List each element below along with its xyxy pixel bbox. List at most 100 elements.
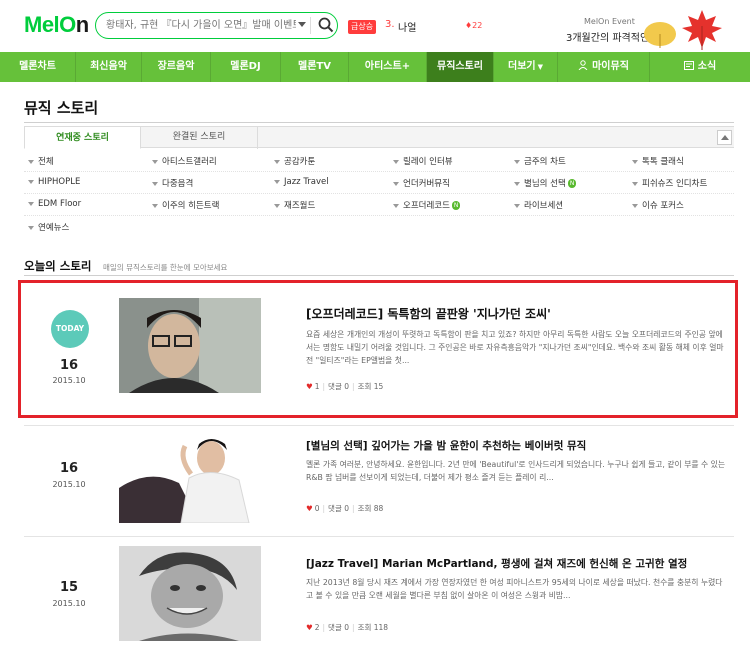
category-item[interactable]: 오프더레코드 N [393, 199, 461, 211]
story-item[interactable]: 15 2015.10 [Jazz Travel] Marian McPartla… [24, 546, 734, 646]
category-label: HIPHOPLE [38, 177, 81, 187]
rising-badge: 급상승 [348, 20, 377, 34]
category-item[interactable]: 재즈월드 [274, 199, 315, 211]
category-item[interactable]: 별님의 선택 N [514, 177, 577, 189]
category-item[interactable]: HIPHOPLE [28, 177, 80, 187]
search-box [95, 12, 338, 39]
nav-item-melon-tv[interactable]: 멜론TV [281, 52, 349, 82]
category-label: 톡톡 클래식 [642, 157, 684, 167]
heart-icon[interactable]: ♥ [306, 623, 313, 632]
chevron-down-icon [28, 225, 34, 230]
category-item[interactable]: 피쉬슈즈 인디차트 [632, 177, 707, 189]
category-item[interactable]: 공감카툰 [274, 155, 315, 167]
category-label: 언더커버뮤직 [403, 179, 450, 189]
story-day: 16 [59, 461, 79, 476]
chevron-down-icon [274, 159, 280, 164]
category-item[interactable]: 라이브세션 [514, 199, 563, 211]
nav-item-artist-plus[interactable]: 아티스트+ [349, 52, 427, 82]
melon-logo[interactable]: MelOn [24, 12, 89, 38]
nav-label: 마이뮤직 [592, 61, 629, 72]
nav-item-my-music[interactable]: 마이뮤직 [558, 52, 650, 82]
category-item[interactable]: 톡톡 클래식 [632, 155, 684, 167]
category-label: 이슈 포커스 [642, 201, 684, 211]
nav-item-melon-dj[interactable]: 멜론DJ [211, 52, 281, 82]
category-item[interactable]: EDM Floor [28, 199, 81, 209]
search-icon[interactable] [317, 16, 335, 34]
comment-count: 0 [344, 623, 350, 632]
category-item[interactable]: 언더커버뮤직 [393, 177, 450, 189]
nav-label: 멜론TV [298, 61, 331, 72]
nav-item-melon-chart[interactable]: 멜론차트 [0, 52, 76, 82]
new-badge: N [451, 201, 461, 210]
category-label: 연예뉴스 [38, 223, 70, 233]
main-navigation: 멜론차트 최신음악 장르음악 멜론DJ 멜론TV 아티스트+ 뮤직스토리 더보기… [0, 52, 750, 82]
section-subtitle: 매일의 뮤직스토리를 한눈에 모아보세요 [103, 263, 228, 272]
nav-label: 최신음악 [90, 61, 127, 72]
logo-text: MelO [24, 12, 76, 37]
like-count: 2 [314, 623, 320, 632]
rank-title-link[interactable]: 나얼 [398, 19, 416, 34]
chevron-down-icon [28, 159, 34, 164]
nav-label: 더보기 [508, 61, 536, 72]
comment-label: 댓글 [328, 504, 342, 513]
comment-count: 0 [344, 504, 350, 513]
story-thumbnail[interactable] [119, 546, 261, 641]
story-thumbnail[interactable] [119, 428, 261, 523]
nav-item-music-story[interactable]: 뮤직스토리 [427, 52, 494, 82]
category-label: EDM Floor [38, 199, 82, 209]
category-item[interactable]: 이주의 히든트랙 [152, 199, 219, 211]
category-item[interactable]: 금주의 차트 [514, 155, 566, 167]
nav-label: 멜론DJ [230, 61, 261, 72]
nav-item-latest-music[interactable]: 최신음악 [76, 52, 142, 82]
view-label: 조회 [357, 504, 372, 513]
meta-separator: | [352, 504, 355, 513]
meta-separator: | [322, 623, 326, 632]
category-item[interactable]: Jazz Travel [274, 177, 329, 187]
category-item[interactable]: 이슈 포커스 [632, 199, 684, 211]
rank-change: ♦22 [465, 21, 483, 30]
nav-item-genre-music[interactable]: 장르음악 [142, 52, 211, 82]
category-item[interactable]: 연예뉴스 [28, 221, 69, 233]
story-day: 15 [59, 580, 79, 595]
meta-separator: | [322, 504, 326, 513]
story-meta: ♥ 2 | 댓글 0 | 조회 118 [306, 622, 388, 633]
chevron-up-icon[interactable] [717, 130, 732, 145]
chevron-down-icon [514, 203, 520, 208]
category-label: 재즈월드 [284, 201, 316, 211]
chevron-down-icon [393, 159, 399, 164]
divider [24, 275, 734, 276]
heart-icon[interactable]: ♥ [306, 504, 313, 513]
news-icon [683, 61, 694, 70]
comment-label: 댓글 [328, 623, 342, 632]
story-title-link[interactable]: [별님의 선택] 깊어가는 가을 밤 윤한이 추천하는 베이버럿 뮤직 [306, 438, 586, 453]
new-badge: N [567, 179, 577, 188]
meta-separator: | [352, 623, 355, 632]
category-item[interactable]: 아티스트갤러리 [152, 155, 217, 167]
view-label: 조회 [357, 623, 372, 632]
story-meta: ♥ 0 | 댓글 0 | 조회 88 [306, 503, 383, 514]
category-row: 전체 아티스트갤러리 공감카툰 릴레이 인터뷰 금주의 차트 톡톡 클래식 [24, 150, 734, 172]
story-title-link[interactable]: [Jazz Travel] Marian McPartland, 평생에 걸쳐 … [306, 556, 687, 571]
chevron-down-icon: ▼ [537, 63, 543, 71]
view-count: 88 [373, 504, 384, 513]
category-label: 피쉬슈즈 인디차트 [642, 179, 708, 189]
divider [24, 425, 734, 426]
category-item[interactable]: 다중음격 [152, 177, 193, 189]
chevron-down-icon [393, 181, 399, 186]
tab-completed-stories[interactable]: 완결된 스토리 [141, 126, 258, 149]
chevron-down-icon [632, 159, 638, 164]
category-item[interactable]: 릴레이 인터뷰 [393, 155, 453, 167]
category-label: 이주의 히든트랙 [162, 201, 220, 211]
chevron-down-icon [274, 203, 280, 208]
category-item[interactable]: 전체 [28, 155, 54, 167]
chevron-down-icon[interactable] [298, 22, 306, 27]
nav-item-news[interactable]: 소식 [650, 52, 750, 82]
tab-ongoing-stories[interactable]: 연재중 스토리 [24, 126, 141, 149]
person-icon [578, 60, 588, 71]
category-label: 금주의 차트 [524, 157, 566, 167]
nav-item-more[interactable]: 더보기 ▼ [494, 52, 558, 82]
chevron-down-icon [514, 159, 520, 164]
category-row: HIPHOPLE 다중음격 Jazz Travel 언더커버뮤직 별님의 선택 N… [24, 172, 734, 194]
story-item[interactable]: 16 2015.10 [별님의 선택] 깊어가는 가을 밤 윤한이 추천하는 베… [24, 428, 734, 524]
search-input[interactable] [106, 16, 296, 35]
